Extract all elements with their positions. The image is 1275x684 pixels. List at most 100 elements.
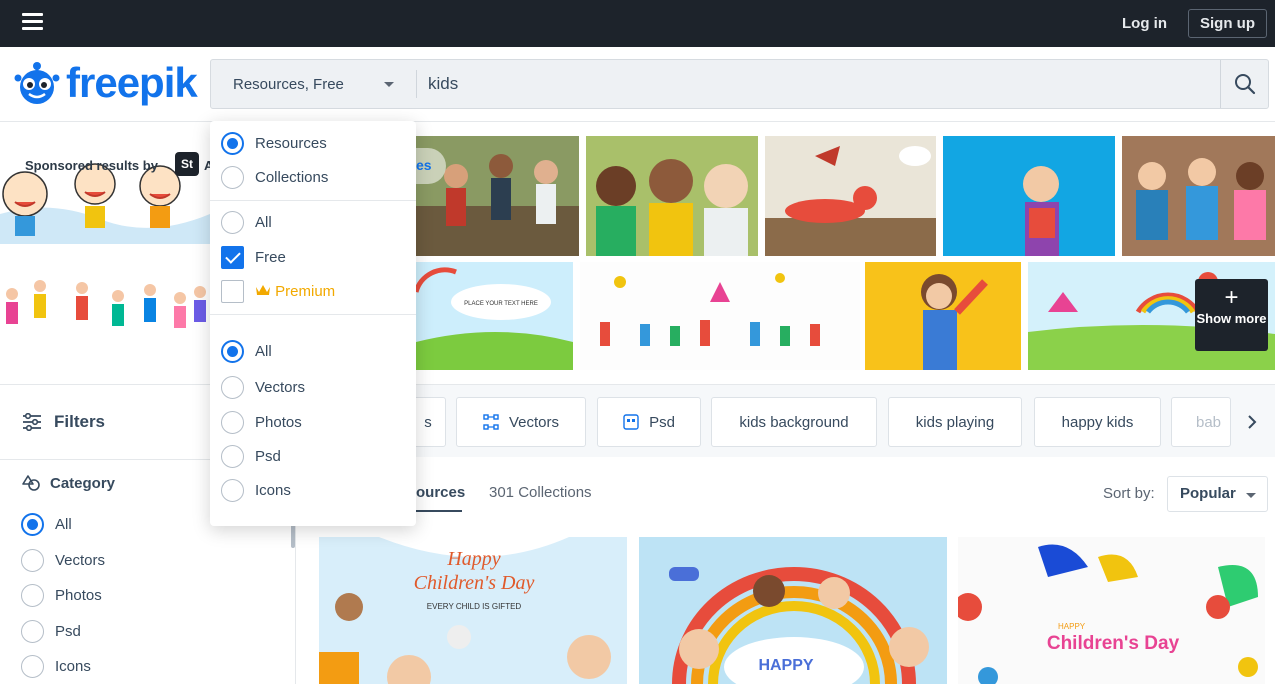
tag-psd[interactable]: Psd (597, 397, 701, 447)
dropdown-option-psd[interactable]: Psd (221, 445, 281, 468)
radio[interactable] (221, 211, 244, 234)
photo-kid-rocket-pretend[interactable] (765, 136, 936, 256)
dropdown-option-premium[interactable]: Premium (221, 280, 335, 303)
radio[interactable] (221, 376, 244, 399)
card-title-top: HAPPY (1058, 622, 1086, 631)
dropdown-option-resources[interactable]: Resources (221, 132, 327, 155)
checkbox[interactable] (221, 280, 244, 303)
tag-label: bab (1196, 413, 1222, 431)
sort-label: Sort by: (1103, 485, 1155, 502)
dropdown-option-label: Vectors (255, 379, 306, 396)
sponsored-image-jumping-kids[interactable] (0, 272, 210, 354)
category-option-all[interactable]: All (21, 513, 72, 536)
dropdown-option-label: Collections (255, 169, 329, 186)
sort-select[interactable]: Popular (1167, 476, 1268, 512)
radio-selected[interactable] (221, 340, 244, 363)
card-title-line2: Children's Day (414, 572, 535, 594)
tag-kids-background[interactable]: kids background (711, 397, 877, 447)
category-option-label: All (55, 516, 72, 533)
radio[interactable] (221, 445, 244, 468)
radio[interactable] (21, 584, 44, 607)
category-option-label: Psd (55, 623, 81, 640)
login-link[interactable]: Log in (1122, 15, 1167, 32)
vector-nodes-icon (483, 414, 499, 430)
card-happy-childrens-day-1[interactable]: Happy Children's Day EVERY CHILD IS GIFT… (319, 537, 627, 684)
psd-file-icon (623, 414, 639, 430)
logo-text: freepik (66, 59, 198, 106)
tab-collections[interactable]: 301 Collections (489, 484, 592, 501)
shapes-icon (22, 475, 40, 491)
category-option-psd[interactable]: Psd (21, 620, 81, 643)
dropdown-option-collections[interactable]: Collections (221, 166, 328, 189)
vector-kids-banner-rainbow[interactable]: PLACE YOUR TEXT HERE (416, 262, 573, 370)
tab-resources[interactable]: ources (416, 484, 465, 501)
chevron-right-icon[interactable] (1240, 410, 1264, 434)
dropdown-option-label: Icons (255, 482, 291, 499)
radio[interactable] (221, 411, 244, 434)
dropdown-option-all-licenses[interactable]: All (221, 211, 272, 234)
tag-label: s (424, 413, 432, 431)
show-more-label: Show more (1196, 311, 1267, 326)
search-divider (416, 70, 417, 98)
photo-boy-blue-background[interactable] (943, 136, 1115, 256)
search-input[interactable] (428, 69, 1208, 99)
card-title: HAPPY (758, 657, 813, 674)
tag-partial-baby[interactable]: bab (1171, 397, 1231, 447)
radio[interactable] (221, 166, 244, 189)
category-option-photos[interactable]: Photos (21, 584, 102, 607)
dropdown-option-all-types[interactable]: All (221, 340, 272, 363)
radio-selected[interactable] (221, 132, 244, 155)
radio[interactable] (221, 479, 244, 502)
resource-type-value: Resources, Free (233, 75, 344, 93)
card-childrens-day-colorful[interactable]: HAPPY Children's Day (958, 537, 1265, 684)
dropdown-option-label: Photos (255, 414, 302, 431)
photo-kids-with-backpacks[interactable] (1122, 136, 1275, 256)
radio[interactable] (21, 620, 44, 643)
dropdown-option-free[interactable]: Free (221, 246, 286, 269)
chevron-down-icon (384, 82, 394, 87)
tag-kids-playing[interactable]: kids playing (888, 397, 1022, 447)
category-option-label: Vectors (55, 552, 106, 569)
tag-vectors[interactable]: Vectors (456, 397, 586, 447)
category-option-icons[interactable]: Icons (21, 655, 91, 678)
card-happy-childrens-day-rainbow[interactable]: HAPPY (639, 537, 947, 684)
filters-label: Filters (54, 412, 106, 431)
dropdown-option-label: Resources (255, 135, 327, 152)
filters-toggle[interactable]: Filters (22, 412, 105, 432)
signup-button[interactable]: Sign up (1188, 9, 1267, 38)
adobe-stock-badge[interactable]: St (175, 152, 199, 176)
chevron-down-icon (1246, 493, 1256, 498)
show-more-button[interactable]: + Show more (1195, 279, 1268, 351)
top-bar: Log in Sign up (0, 0, 1275, 47)
photo-girl-yellow-background[interactable] (865, 262, 1021, 370)
card-title-line1: Happy (446, 548, 500, 570)
radio-selected[interactable] (21, 513, 44, 536)
vector-kids-doodle[interactable] (580, 262, 860, 370)
sort-value: Popular (1180, 485, 1236, 502)
freepik-logo[interactable]: freepik (14, 58, 198, 108)
search-button[interactable] (1220, 60, 1269, 108)
search-icon (1235, 74, 1256, 95)
sliders-icon (23, 413, 41, 431)
category-option-label: Icons (55, 658, 91, 675)
category-option-vectors[interactable]: Vectors (21, 549, 105, 572)
dropdown-option-icons[interactable]: Icons (221, 479, 291, 502)
dropdown-option-vectors[interactable]: Vectors (221, 376, 305, 399)
photo-diverse-kids-laughing[interactable] (586, 136, 758, 256)
category-heading: Category (22, 474, 115, 492)
dropdown-option-photos[interactable]: Photos (221, 411, 302, 434)
sponsored-label: Sponsored results by (25, 158, 158, 173)
tag-happy-kids[interactable]: happy kids (1034, 397, 1161, 447)
menu-icon[interactable] (22, 13, 43, 31)
radio[interactable] (21, 655, 44, 678)
radio[interactable] (21, 549, 44, 572)
category-label: Category (50, 474, 116, 492)
dropdown-option-label: Premium (255, 283, 335, 300)
dropdown-option-label: Psd (255, 448, 281, 465)
tag-label: Psd (649, 413, 675, 431)
dropdown-option-label: All (255, 343, 272, 360)
resource-type-select[interactable]: Resources, Free (211, 60, 416, 108)
premium-label: Premium (275, 283, 336, 300)
checkbox-checked[interactable] (221, 246, 244, 269)
card-subtitle: EVERY CHILD IS GIFTED (427, 602, 522, 611)
